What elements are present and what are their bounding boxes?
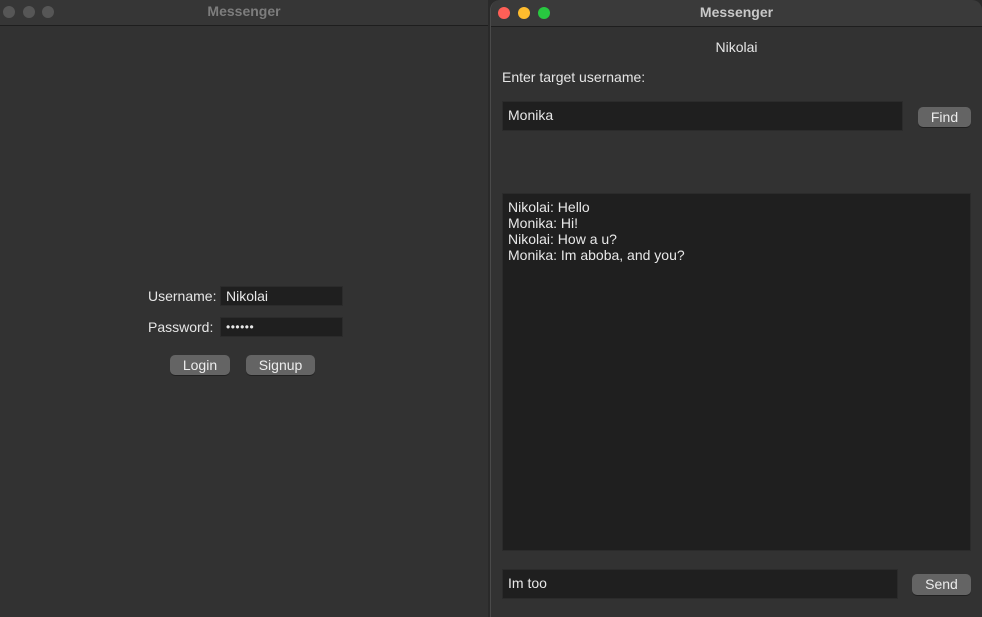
chat-window-titlebar[interactable]: Messenger <box>491 0 982 27</box>
window-title: Messenger <box>699 4 774 20</box>
username-input[interactable]: Nikolai <box>220 286 343 306</box>
chat-message: Monika: Hi! <box>508 215 579 231</box>
login-window: Messenger Username: Nikolai Password: ••… <box>0 0 488 617</box>
signup-button[interactable]: Signup <box>246 355 315 375</box>
target-username-label: Enter target username: <box>502 69 646 85</box>
password-input[interactable]: •••••• <box>220 317 343 337</box>
login-window-titlebar[interactable]: Messenger <box>0 0 488 26</box>
chat-message: Nikolai: How a u? <box>508 231 617 247</box>
message-input[interactable]: Im too <box>502 569 898 599</box>
window-title: Messenger <box>207 3 281 19</box>
current-user-label: Nikolai <box>715 39 758 55</box>
chat-window: Messenger Nikolai Enter target username:… <box>490 0 982 617</box>
target-username-input[interactable]: Monika <box>502 101 903 131</box>
send-button[interactable]: Send <box>912 574 971 595</box>
username-label: Username: <box>148 288 217 304</box>
login-button[interactable]: Login <box>170 355 230 375</box>
chat-message: Nikolai: Hello <box>508 199 590 215</box>
password-label: Password: <box>148 319 214 335</box>
find-button[interactable]: Find <box>918 107 971 127</box>
chat-history: Nikolai: Hello Monika: Hi! Nikolai: How … <box>502 193 971 551</box>
chat-message: Monika: Im aboba, and you? <box>508 247 685 263</box>
